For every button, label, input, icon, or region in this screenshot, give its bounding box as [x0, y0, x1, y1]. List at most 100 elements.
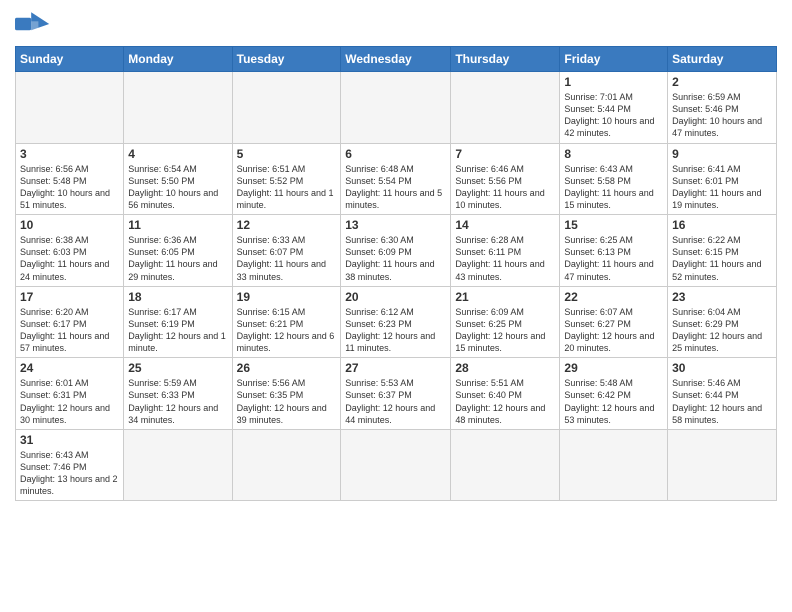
- calendar-cell: 14 Sunrise: 6:28 AM Sunset: 6:11 PM Dayli…: [451, 215, 560, 287]
- calendar-cell: 5Sunrise: 6:51 AM Sunset: 5:52 PM Daylig…: [232, 143, 341, 215]
- day-number: 9: [672, 147, 772, 161]
- calendar-cell: 9Sunrise: 6:41 AM Sunset: 6:01 PM Daylig…: [668, 143, 777, 215]
- calendar-cell: 4 Sunrise: 6:54 AM Sunset: 5:50 PM Daylig…: [124, 143, 232, 215]
- day-info: Sunrise: 6:15 AM Sunset: 6:21 PM Dayligh…: [237, 306, 337, 355]
- weekday-header-tuesday: Tuesday: [232, 47, 341, 72]
- day-info: Sunrise: 6:28 AM Sunset: 6:11 PM Dayligh…: [455, 234, 555, 283]
- calendar-cell: 30Sunrise: 5:46 AM Sunset: 6:44 PM Dayli…: [668, 358, 777, 430]
- day-number: 15: [564, 218, 663, 232]
- day-info: Sunrise: 7:01 AM Sunset: 5:44 PM Dayligh…: [564, 91, 663, 140]
- calendar-cell: 24Sunrise: 6:01 AM Sunset: 6:31 PM Dayli…: [16, 358, 124, 430]
- calendar-cell: 28 Sunrise: 5:51 AM Sunset: 6:40 PM Dayli…: [451, 358, 560, 430]
- day-info: Sunrise: 5:48 AM Sunset: 6:42 PM Dayligh…: [564, 377, 663, 426]
- calendar-cell: 13Sunrise: 6:30 AM Sunset: 6:09 PM Dayli…: [341, 215, 451, 287]
- calendar-cell: 22 Sunrise: 6:07 AM Sunset: 6:27 PM Dayli…: [560, 286, 668, 358]
- day-number: 14: [455, 218, 555, 232]
- weekday-header-saturday: Saturday: [668, 47, 777, 72]
- calendar-cell: 11 Sunrise: 6:36 AM Sunset: 6:05 PM Dayli…: [124, 215, 232, 287]
- calendar-cell: 1Sunrise: 7:01 AM Sunset: 5:44 PM Daylig…: [560, 72, 668, 144]
- calendar-cell: 27 Sunrise: 5:53 AM Sunset: 6:37 PM Dayli…: [341, 358, 451, 430]
- calendar-cell: 23Sunrise: 6:04 AM Sunset: 6:29 PM Dayli…: [668, 286, 777, 358]
- calendar-cell: 6 Sunrise: 6:48 AM Sunset: 5:54 PM Daylig…: [341, 143, 451, 215]
- day-number: 5: [237, 147, 337, 161]
- calendar-cell: [451, 72, 560, 144]
- day-info: Sunrise: 6:43 AM Sunset: 5:58 PM Dayligh…: [564, 163, 663, 212]
- day-number: 22: [564, 290, 663, 304]
- week-row-1: 3 Sunrise: 6:56 AM Sunset: 5:48 PM Daylig…: [16, 143, 777, 215]
- day-number: 24: [20, 361, 119, 375]
- calendar-cell: 21 Sunrise: 6:09 AM Sunset: 6:25 PM Dayli…: [451, 286, 560, 358]
- calendar-cell: 18 Sunrise: 6:17 AM Sunset: 6:19 PM Dayli…: [124, 286, 232, 358]
- logo-icon: [15, 10, 51, 38]
- day-info: Sunrise: 6:33 AM Sunset: 6:07 PM Dayligh…: [237, 234, 337, 283]
- calendar-cell: 12 Sunrise: 6:33 AM Sunset: 6:07 PM Dayli…: [232, 215, 341, 287]
- day-number: 4: [128, 147, 227, 161]
- calendar-cell: 26Sunrise: 5:56 AM Sunset: 6:35 PM Dayli…: [232, 358, 341, 430]
- calendar-cell: 10 Sunrise: 6:38 AM Sunset: 6:03 PM Dayli…: [16, 215, 124, 287]
- day-number: 19: [237, 290, 337, 304]
- logo: [15, 10, 55, 38]
- calendar-cell: 16 Sunrise: 6:22 AM Sunset: 6:15 PM Dayli…: [668, 215, 777, 287]
- calendar-cell: 20 Sunrise: 6:12 AM Sunset: 6:23 PM Dayli…: [341, 286, 451, 358]
- day-info: Sunrise: 6:04 AM Sunset: 6:29 PM Dayligh…: [672, 306, 772, 355]
- day-number: 31: [20, 433, 119, 447]
- day-number: 11: [128, 218, 227, 232]
- calendar-cell: [560, 429, 668, 501]
- day-number: 29: [564, 361, 663, 375]
- calendar-cell: [16, 72, 124, 144]
- day-number: 16: [672, 218, 772, 232]
- calendar-cell: [232, 72, 341, 144]
- calendar-cell: 19 Sunrise: 6:15 AM Sunset: 6:21 PM Dayli…: [232, 286, 341, 358]
- day-number: 7: [455, 147, 555, 161]
- calendar-cell: 2Sunrise: 6:59 AM Sunset: 5:46 PM Daylig…: [668, 72, 777, 144]
- day-info: Sunrise: 6:36 AM Sunset: 6:05 PM Dayligh…: [128, 234, 227, 283]
- day-info: Sunrise: 6:17 AM Sunset: 6:19 PM Dayligh…: [128, 306, 227, 355]
- calendar-cell: 15 Sunrise: 6:25 AM Sunset: 6:13 PM Dayli…: [560, 215, 668, 287]
- calendar-cell: [124, 72, 232, 144]
- week-row-4: 24Sunrise: 6:01 AM Sunset: 6:31 PM Dayli…: [16, 358, 777, 430]
- day-number: 8: [564, 147, 663, 161]
- day-number: 3: [20, 147, 119, 161]
- weekday-header-friday: Friday: [560, 47, 668, 72]
- day-info: Sunrise: 6:07 AM Sunset: 6:27 PM Dayligh…: [564, 306, 663, 355]
- page: SundayMondayTuesdayWednesdayThursdayFrid…: [0, 0, 792, 612]
- day-info: Sunrise: 6:30 AM Sunset: 6:09 PM Dayligh…: [345, 234, 446, 283]
- week-row-3: 17Sunrise: 6:20 AM Sunset: 6:17 PM Dayli…: [16, 286, 777, 358]
- calendar-cell: 3 Sunrise: 6:56 AM Sunset: 5:48 PM Daylig…: [16, 143, 124, 215]
- calendar-cell: 7 Sunrise: 6:46 AM Sunset: 5:56 PM Daylig…: [451, 143, 560, 215]
- day-info: Sunrise: 6:56 AM Sunset: 5:48 PM Dayligh…: [20, 163, 119, 212]
- day-info: Sunrise: 6:22 AM Sunset: 6:15 PM Dayligh…: [672, 234, 772, 283]
- day-number: 10: [20, 218, 119, 232]
- calendar-cell: [668, 429, 777, 501]
- day-number: 21: [455, 290, 555, 304]
- calendar-cell: [341, 429, 451, 501]
- calendar-cell: 17Sunrise: 6:20 AM Sunset: 6:17 PM Dayli…: [16, 286, 124, 358]
- day-info: Sunrise: 6:09 AM Sunset: 6:25 PM Dayligh…: [455, 306, 555, 355]
- day-info: Sunrise: 5:51 AM Sunset: 6:40 PM Dayligh…: [455, 377, 555, 426]
- day-info: Sunrise: 6:25 AM Sunset: 6:13 PM Dayligh…: [564, 234, 663, 283]
- day-number: 12: [237, 218, 337, 232]
- header: [15, 10, 777, 38]
- day-info: Sunrise: 5:53 AM Sunset: 6:37 PM Dayligh…: [345, 377, 446, 426]
- day-info: Sunrise: 6:12 AM Sunset: 6:23 PM Dayligh…: [345, 306, 446, 355]
- week-row-5: 31 Sunrise: 6:43 AM Sunset: 7:46 PM Dayli…: [16, 429, 777, 501]
- calendar-cell: [124, 429, 232, 501]
- day-info: Sunrise: 6:43 AM Sunset: 7:46 PM Dayligh…: [20, 449, 119, 498]
- calendar-cell: 25Sunrise: 5:59 AM Sunset: 6:33 PM Dayli…: [124, 358, 232, 430]
- week-row-0: 1Sunrise: 7:01 AM Sunset: 5:44 PM Daylig…: [16, 72, 777, 144]
- day-info: Sunrise: 6:38 AM Sunset: 6:03 PM Dayligh…: [20, 234, 119, 283]
- weekday-header-wednesday: Wednesday: [341, 47, 451, 72]
- day-number: 18: [128, 290, 227, 304]
- weekday-header-row: SundayMondayTuesdayWednesdayThursdayFrid…: [16, 47, 777, 72]
- day-number: 28: [455, 361, 555, 375]
- day-number: 6: [345, 147, 446, 161]
- day-number: 30: [672, 361, 772, 375]
- calendar: SundayMondayTuesdayWednesdayThursdayFrid…: [15, 46, 777, 501]
- day-number: 20: [345, 290, 446, 304]
- day-info: Sunrise: 6:48 AM Sunset: 5:54 PM Dayligh…: [345, 163, 446, 212]
- day-info: Sunrise: 6:59 AM Sunset: 5:46 PM Dayligh…: [672, 91, 772, 140]
- day-info: Sunrise: 6:54 AM Sunset: 5:50 PM Dayligh…: [128, 163, 227, 212]
- day-number: 27: [345, 361, 446, 375]
- day-info: Sunrise: 5:56 AM Sunset: 6:35 PM Dayligh…: [237, 377, 337, 426]
- day-info: Sunrise: 6:46 AM Sunset: 5:56 PM Dayligh…: [455, 163, 555, 212]
